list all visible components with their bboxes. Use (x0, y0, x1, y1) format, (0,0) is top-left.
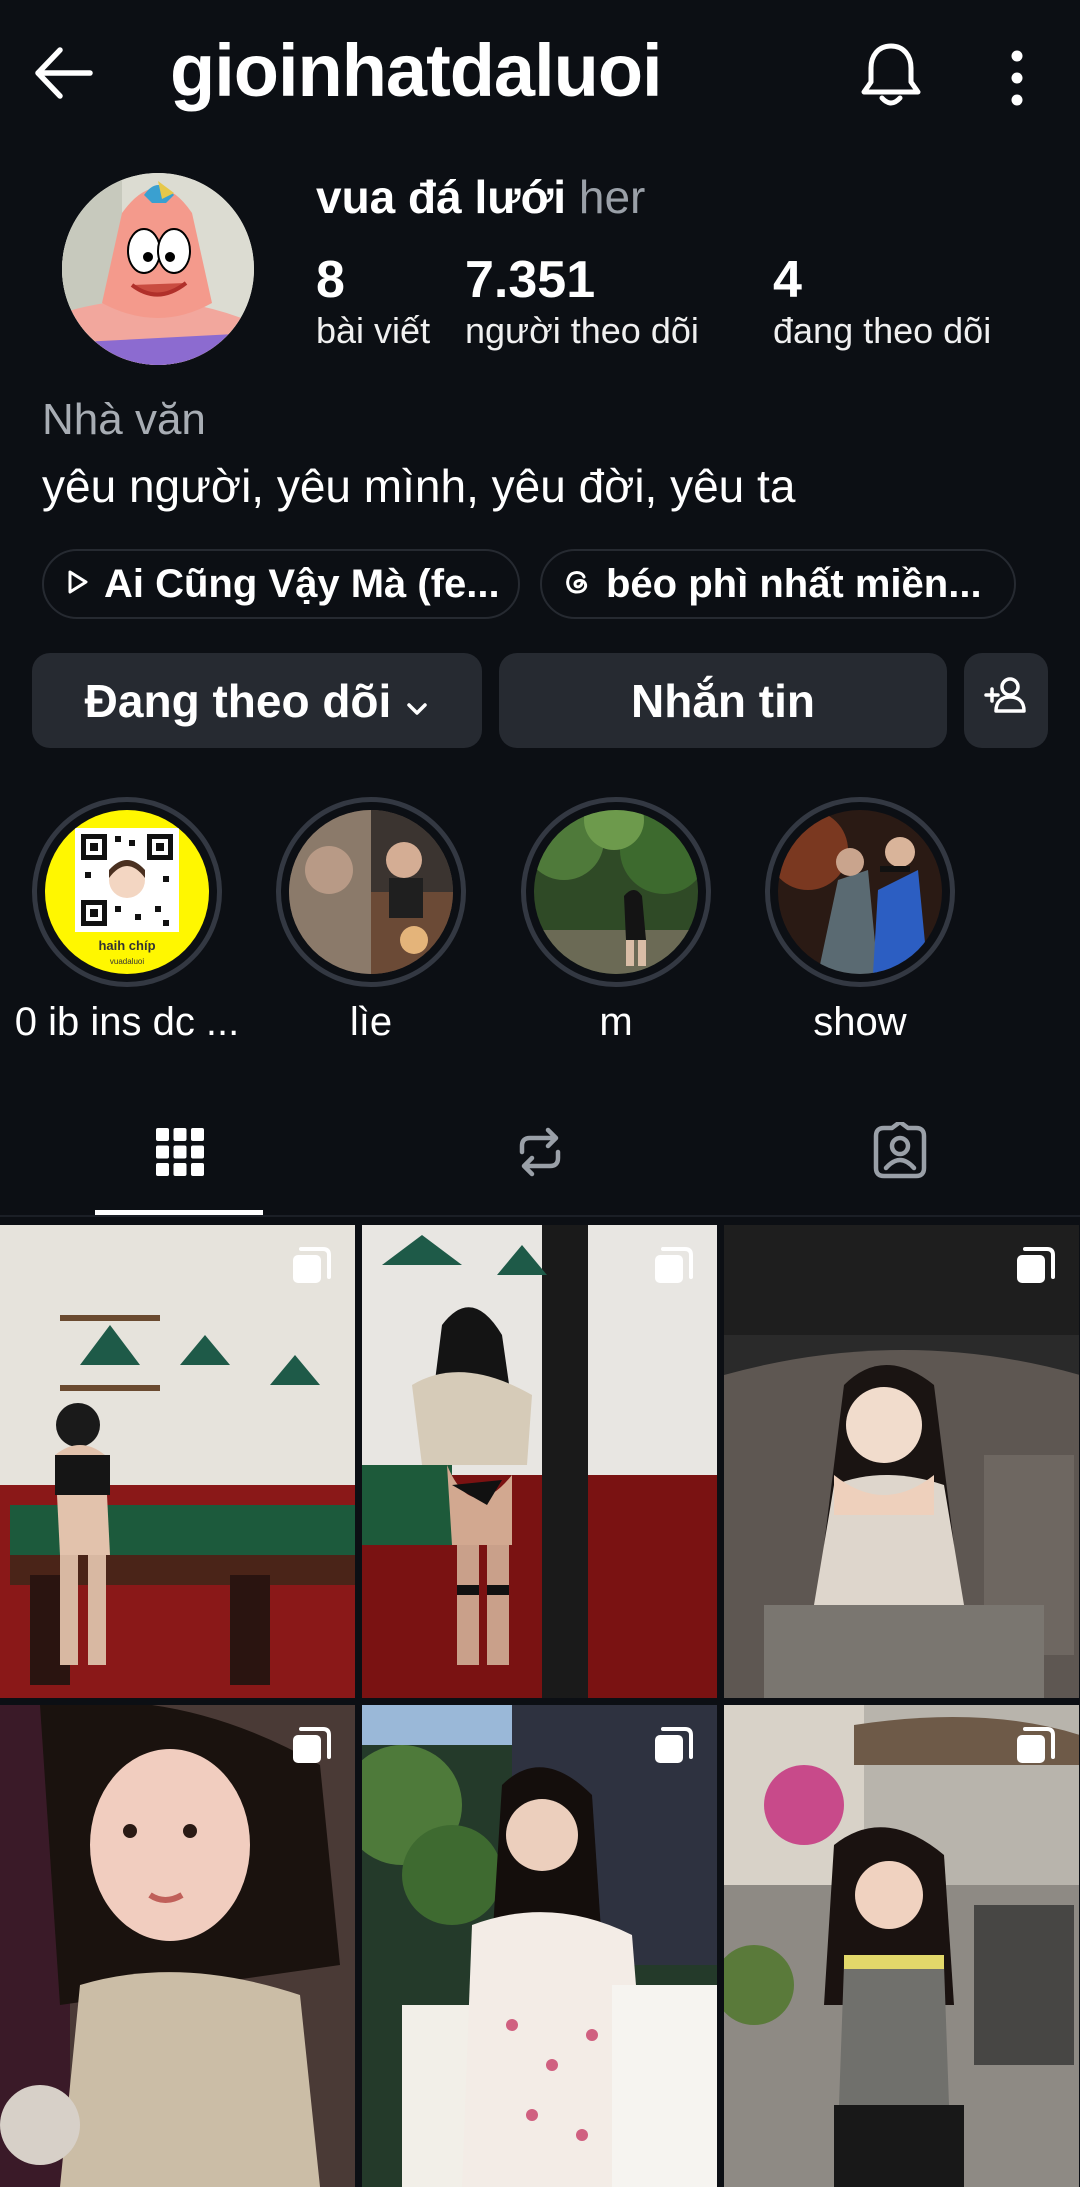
music-chip[interactable]: Ai Cũng Vậy Mà (fe... (42, 549, 520, 619)
tab-divider (0, 1215, 1080, 1217)
add-user-icon (982, 671, 1030, 730)
avatar[interactable] (62, 173, 254, 365)
highlight-label: 0 ib ins dc ... (14, 1000, 240, 1044)
bell-icon[interactable] (858, 40, 924, 110)
qr-caption-top: haih chíp (98, 938, 155, 953)
carousel-icon (651, 1725, 695, 1769)
carousel-icon (1013, 1245, 1057, 1289)
add-friend-button[interactable] (964, 653, 1048, 748)
grid-post[interactable] (0, 1225, 355, 1698)
highlight-item[interactable] (765, 797, 955, 987)
highlight-cover-qr: haih chíp vuadaluoi (45, 810, 209, 974)
following-button[interactable]: Đang theo dõi (32, 653, 482, 748)
carousel-icon (289, 1245, 333, 1289)
stat-following[interactable]: 4 đang theo dõi (773, 250, 991, 352)
music-chip-label: Ai Cũng Vậy Mà (fe... (104, 561, 500, 606)
profile-bio: yêu người, yêu mình, yêu đời, yêu ta (42, 460, 796, 512)
stat-value: 4 (773, 251, 802, 309)
qr-caption-bottom: vuadaluoi (110, 957, 144, 966)
profile-category: Nhà văn (42, 395, 206, 444)
chevron-down-icon (405, 674, 429, 728)
message-button-label: Nhắn tin (631, 674, 815, 727)
grid-post[interactable] (724, 1705, 1079, 2187)
profile-username: gioinhatdaluoi (170, 29, 663, 112)
stat-label: bài viết (316, 310, 431, 351)
grid-post[interactable] (362, 1225, 717, 1698)
threads-chip[interactable]: béo phì nhất miền... (540, 549, 1016, 619)
stat-label: đang theo dõi (773, 310, 992, 351)
highlight-cover-concert (778, 810, 942, 974)
following-button-label: Đang theo dõi (84, 674, 392, 727)
highlight-label: show (813, 1000, 907, 1044)
grid-post[interactable] (362, 1705, 717, 2187)
highlight-cover-forest (534, 810, 698, 974)
back-arrow-icon[interactable] (30, 40, 96, 106)
carousel-icon (289, 1725, 333, 1769)
tagged-icon[interactable] (870, 1119, 930, 1182)
grid-post[interactable] (0, 1705, 355, 2187)
threads-icon (560, 565, 594, 604)
highlight-item[interactable] (276, 797, 466, 987)
grid-post[interactable] (724, 1225, 1079, 1698)
carousel-icon (1013, 1725, 1057, 1769)
repost-icon[interactable] (510, 1122, 570, 1182)
display-name-text: vua đá lưới (316, 171, 567, 223)
more-options-icon[interactable] (1000, 48, 1034, 108)
highlight-label: lìe (349, 1000, 393, 1044)
pronouns: her (578, 171, 646, 223)
grid-icon[interactable] (150, 1122, 210, 1182)
play-icon (62, 567, 92, 602)
highlight-item[interactable]: haih chíp vuadaluoi (32, 797, 222, 987)
stat-followers[interactable]: 7.351 người theo dõi (465, 250, 699, 352)
stat-value: 7.351 (465, 251, 596, 309)
display-name: vua đá lưới her (316, 170, 645, 224)
highlight-cover-photo (289, 810, 453, 974)
stat-value: 8 (316, 251, 345, 309)
threads-chip-label: béo phì nhất miền... (606, 561, 982, 606)
highlight-item[interactable] (521, 797, 711, 987)
message-button[interactable]: Nhắn tin (499, 653, 947, 748)
carousel-icon (651, 1245, 695, 1289)
highlight-label: m (599, 1000, 633, 1044)
stat-label: người theo dõi (465, 310, 699, 351)
stat-posts[interactable]: 8 bài viết (316, 250, 430, 352)
